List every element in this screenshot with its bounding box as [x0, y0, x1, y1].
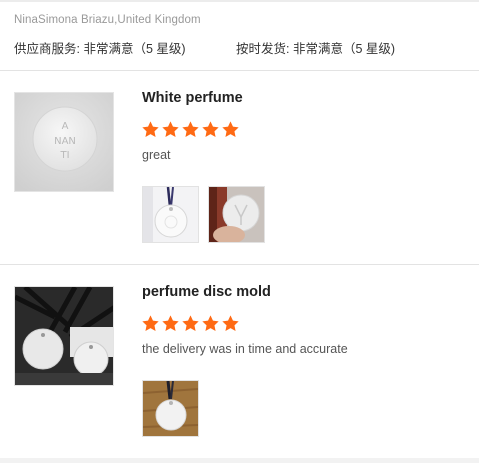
star-icon — [141, 314, 160, 333]
reviewer-name-country: NinaSimona Briazu,United Kingdom — [14, 14, 201, 26]
product-thumbnail[interactable]: A NAN TI — [14, 92, 114, 192]
product-title[interactable]: perfume disc mold — [142, 284, 271, 300]
star-icon — [161, 314, 180, 333]
star-icon — [161, 120, 180, 139]
white-disc-logo-image: A NAN TI — [15, 93, 113, 191]
review-photo[interactable] — [142, 186, 199, 243]
review-photo[interactable] — [208, 186, 265, 243]
disc-on-ribbon-photo — [143, 187, 198, 242]
bottom-bar — [0, 458, 479, 463]
review-photos — [142, 186, 265, 243]
on-time-shipping-rating: 按时发货: 非常满意（5 星级) — [236, 42, 396, 56]
svg-text:TI: TI — [59, 150, 69, 161]
review-comment: the delivery was in time and accurate — [142, 342, 348, 356]
star-icon — [201, 120, 220, 139]
supplier-service-rating: 供应商服务: 非常满意（5 星级) — [14, 42, 186, 56]
star-icon — [181, 120, 200, 139]
top-border — [0, 0, 479, 2]
disc-with-black-ribbons-image — [15, 287, 113, 385]
svg-text:NAN: NAN — [54, 136, 76, 147]
star-icon — [141, 120, 160, 139]
review-photo[interactable] — [142, 380, 199, 437]
disc-held-in-hand-photo — [209, 187, 264, 242]
product-thumbnail[interactable] — [14, 286, 114, 386]
divider — [0, 264, 479, 265]
product-title[interactable]: White perfume — [142, 90, 243, 106]
star-icon — [221, 120, 240, 139]
star-icon — [181, 314, 200, 333]
review-comment: great — [142, 148, 171, 162]
disc-on-wood-photo — [143, 381, 198, 436]
review-photos — [142, 380, 199, 437]
star-rating — [141, 314, 240, 334]
divider — [0, 70, 479, 71]
star-rating — [141, 120, 240, 140]
star-icon — [201, 314, 220, 333]
svg-text:A: A — [62, 121, 69, 132]
star-icon — [221, 314, 240, 333]
